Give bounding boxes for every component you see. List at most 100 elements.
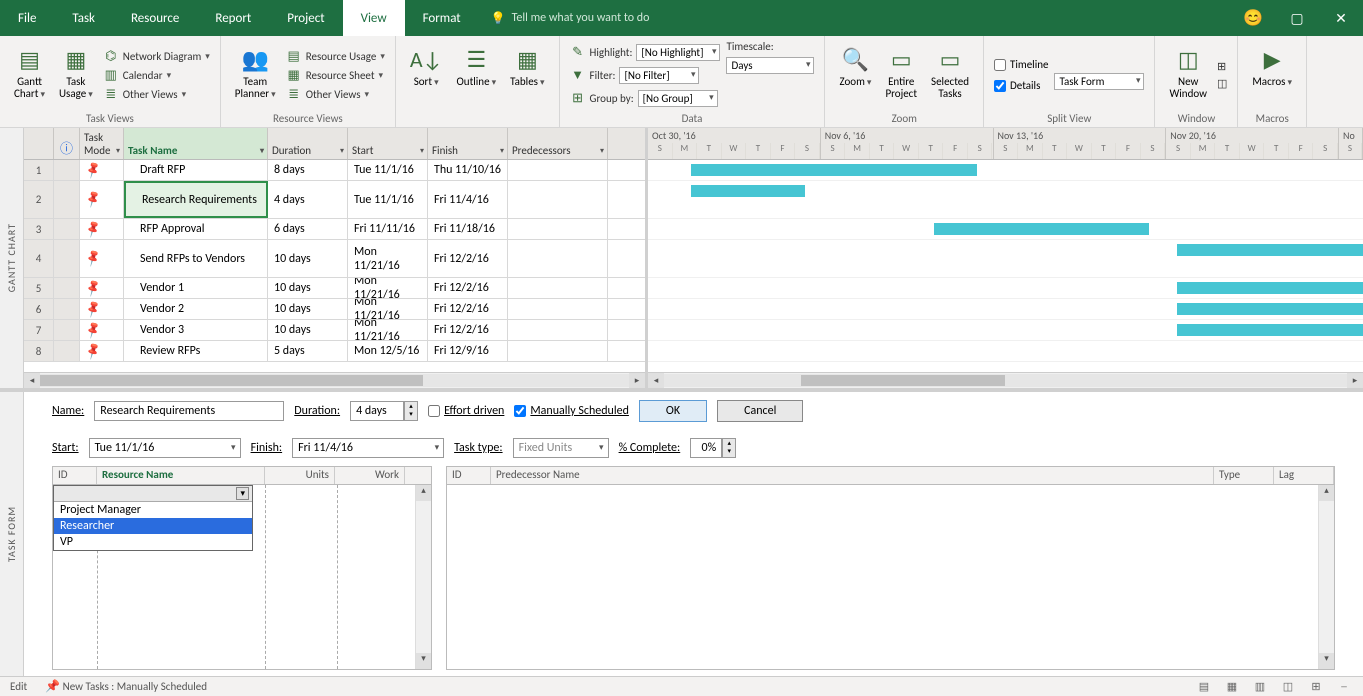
resource-sheet-button[interactable]: ▦Resource Sheet (286, 68, 385, 83)
col-rownum[interactable] (24, 128, 54, 159)
close-icon[interactable]: ✕ (1319, 2, 1363, 35)
arrange-icon[interactable]: ⊞ (1217, 60, 1227, 73)
zoom-button[interactable]: 🔍Zoom (835, 40, 875, 110)
row-number[interactable]: 1 (24, 160, 54, 180)
manually-scheduled-checkbox[interactable]: Manually Scheduled (514, 404, 629, 418)
task-name-cell[interactable]: Draft RFP (124, 160, 268, 180)
menu-tab-file[interactable]: File (0, 0, 54, 36)
scroll-right-icon[interactable]: ▸ (629, 373, 645, 388)
col-work[interactable]: Work (335, 467, 405, 484)
col-task-mode[interactable]: Task Mode▾ (80, 128, 124, 159)
row-number[interactable]: 3 (24, 219, 54, 239)
table-row[interactable]: 7📌Vendor 310 daysMon 11/21/16Fri 12/2/16 (24, 320, 645, 341)
entire-project-button[interactable]: ▭Entire Project (881, 40, 921, 110)
timeline-checkbox[interactable]: Timeline (994, 58, 1048, 71)
task-name-cell[interactable]: Review RFPs (124, 341, 268, 361)
network-diagram-button[interactable]: ⌬Network Diagram (103, 49, 210, 64)
gantt-hscroll[interactable]: ◂ ▸ (648, 372, 1363, 388)
col-finish[interactable]: Finish▾ (428, 128, 508, 159)
scroll-left-icon[interactable]: ◂ (648, 373, 664, 388)
cancel-button[interactable]: Cancel (717, 400, 803, 422)
start-select[interactable]: Tue 11/1/16 (89, 438, 241, 458)
menu-tab-resource[interactable]: Resource (113, 0, 197, 36)
resource-select-box[interactable] (54, 486, 252, 502)
restore-icon[interactable]: ▢ (1275, 2, 1319, 35)
table-row[interactable]: 1📌Draft RFP8 daysTue 11/1/16Thu 11/10/16 (24, 160, 645, 181)
gantt-bar[interactable] (1177, 244, 1363, 256)
team-planner-button[interactable]: 👥Team Planner (231, 40, 280, 110)
table-row[interactable]: 8📌Review RFPs5 daysMon 12/5/16Fri 12/9/1… (24, 341, 645, 362)
calendar-button[interactable]: ▥Calendar (103, 68, 210, 83)
feedback-smiley-icon[interactable]: 😊 (1243, 8, 1263, 28)
col-resource-name[interactable]: Resource Name (97, 467, 265, 484)
row-number[interactable]: 8 (24, 341, 54, 361)
other-views-button[interactable]: ≣Other Views (103, 87, 210, 102)
menu-tab-format[interactable]: Format (405, 0, 479, 36)
col-pred-id[interactable]: ID (447, 467, 491, 484)
other-resource-views-button[interactable]: ≣Other Views (286, 87, 385, 102)
pred-vscroll[interactable]: ▴▾ (1318, 485, 1334, 669)
row-number[interactable]: 4 (24, 240, 54, 277)
menu-tab-report[interactable]: Report (197, 0, 269, 36)
complete-input[interactable] (690, 438, 722, 458)
view-shortcut-icon[interactable]: ▤ (1195, 680, 1213, 693)
duration-input[interactable] (350, 401, 404, 421)
task-name-input[interactable] (94, 401, 284, 421)
new-window-button[interactable]: ◫New Window (1165, 40, 1211, 110)
highlight-combo[interactable]: [No Highlight] (636, 44, 720, 61)
row-number[interactable]: 2 (24, 181, 54, 218)
details-combo[interactable]: Task Form (1054, 73, 1144, 90)
table-row[interactable]: 5📌Vendor 110 daysMon 11/21/16Fri 12/2/16 (24, 278, 645, 299)
resources-table[interactable]: ID Resource Name Units Work ▴▾ Project M… (52, 466, 432, 670)
resource-option[interactable]: Researcher (54, 518, 252, 534)
grid-hscroll[interactable]: ◂ ▸ (24, 372, 645, 388)
resource-usage-button[interactable]: ▤Resource Usage (286, 49, 385, 64)
task-name-cell[interactable]: Send RFPs to Vendors (124, 240, 268, 277)
view-shortcut-icon[interactable]: ▦ (1223, 680, 1241, 693)
table-row[interactable]: 6📌Vendor 210 daysMon 11/21/16Fri 12/2/16 (24, 299, 645, 320)
scroll-right-icon[interactable]: ▸ (1347, 373, 1363, 388)
macros-button[interactable]: ▶Macros (1248, 40, 1296, 110)
view-shortcut-icon[interactable]: ◫ (1279, 680, 1297, 693)
sort-button[interactable]: A↓Sort (406, 40, 447, 123)
menu-tab-view[interactable]: View (343, 0, 405, 36)
tell-me[interactable]: 💡 Tell me what you want to do (479, 0, 662, 36)
gantt-bar[interactable] (1177, 303, 1363, 315)
gantt-bar[interactable] (934, 223, 1149, 235)
gantt-bar[interactable] (1177, 282, 1363, 294)
split-icon[interactable]: ◫ (1217, 77, 1227, 90)
col-info[interactable]: ⓘ (54, 128, 80, 159)
row-number[interactable]: 7 (24, 320, 54, 340)
details-checkbox[interactable]: Details (994, 79, 1048, 92)
table-row[interactable]: 4📌Send RFPs to Vendors10 daysMon 11/21/1… (24, 240, 645, 278)
menu-tab-project[interactable]: Project (269, 0, 342, 36)
gantt-chart-button[interactable]: ▤Gantt Chart (10, 40, 49, 110)
resources-vscroll[interactable]: ▴▾ (415, 485, 431, 669)
menu-tab-task[interactable]: Task (54, 0, 113, 36)
resource-option[interactable]: Project Manager (54, 502, 252, 518)
gantt-bar[interactable] (1177, 324, 1363, 336)
row-number[interactable]: 6 (24, 299, 54, 319)
col-id[interactable]: ID (53, 467, 97, 484)
resource-option[interactable]: VP (54, 534, 252, 550)
duration-spinner[interactable]: ▴▾ (404, 401, 418, 421)
col-predecessor-name[interactable]: Predecessor Name (491, 467, 1214, 484)
filter-combo[interactable]: [No Filter] (619, 67, 699, 84)
gantt-bar[interactable] (691, 164, 977, 176)
table-row[interactable]: 2📌Research Requirements4 daysTue 11/1/16… (24, 181, 645, 219)
effort-driven-checkbox[interactable]: Effort driven (428, 404, 504, 418)
row-number[interactable]: 5 (24, 278, 54, 298)
scroll-left-icon[interactable]: ◂ (24, 373, 40, 388)
col-duration[interactable]: Duration▾ (268, 128, 348, 159)
finish-select[interactable]: Fri 11/4/16 (292, 438, 444, 458)
task-name-cell[interactable]: RFP Approval (124, 219, 268, 239)
ok-button[interactable]: OK (639, 400, 707, 422)
view-shortcut-icon[interactable]: ─ (1335, 680, 1353, 693)
gantt-bar[interactable] (691, 185, 805, 197)
table-row[interactable]: 3📌RFP Approval6 daysFri 11/11/16Fri 11/1… (24, 219, 645, 240)
col-type[interactable]: Type (1214, 467, 1274, 484)
timescale-combo[interactable]: Days (726, 57, 814, 74)
complete-spinner[interactable]: ▴▾ (722, 438, 736, 458)
view-shortcut-icon[interactable]: ⊞ (1307, 680, 1325, 693)
col-task-name[interactable]: Task Name▾ (124, 128, 268, 159)
